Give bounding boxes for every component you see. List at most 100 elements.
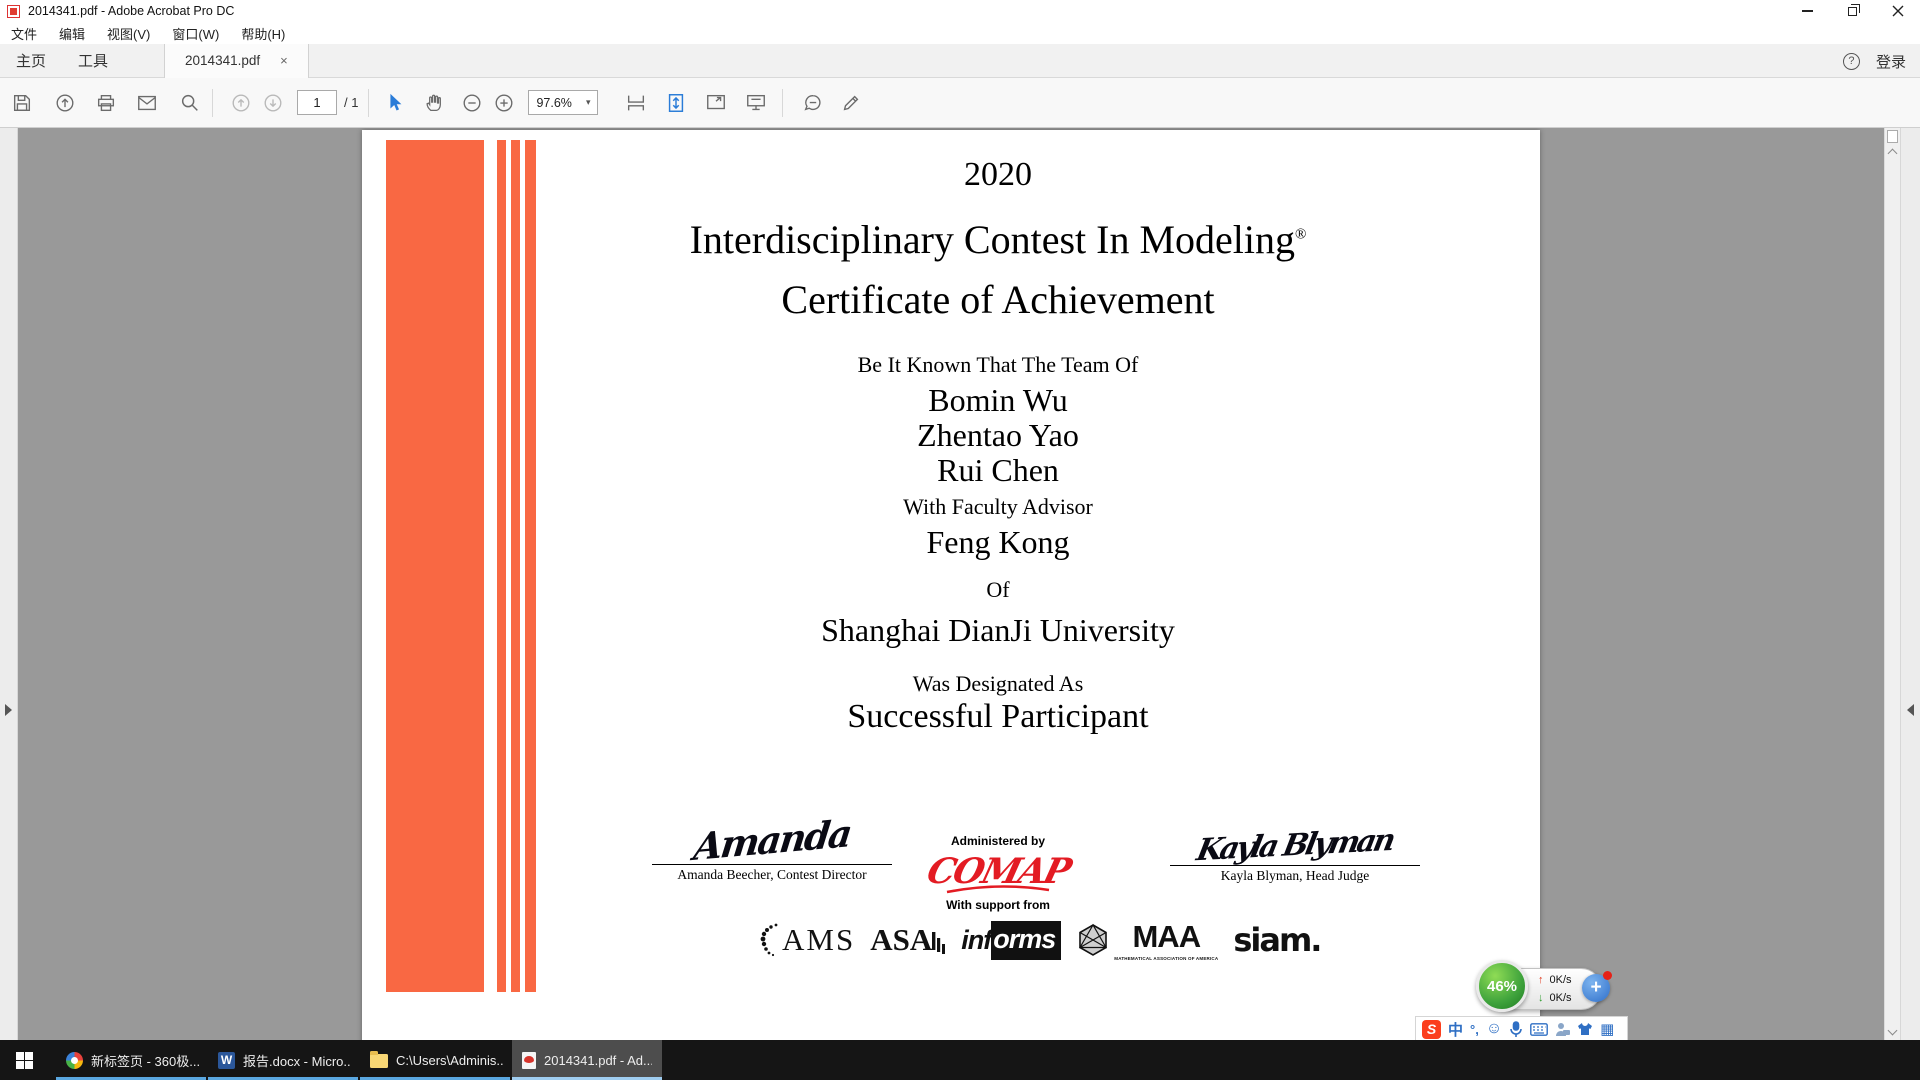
taskbar-item-label: C:\Users\Adminis... <box>396 1053 504 1068</box>
taskbar-item-explorer[interactable]: C:\Users\Adminis... <box>360 1040 510 1080</box>
scroll-down-icon[interactable] <box>1888 1026 1898 1036</box>
scrollbar-thumb[interactable] <box>1887 130 1898 143</box>
maa-icosahedron-icon <box>1076 923 1110 957</box>
minimize-button[interactable] <box>1785 0 1830 22</box>
of-label: Of <box>456 577 1540 603</box>
sign-in-button[interactable]: 登录 <box>1876 51 1906 72</box>
keyboard-icon[interactable] <box>1530 1023 1548 1036</box>
save-icon <box>11 92 33 114</box>
hand-icon <box>423 92 445 114</box>
presentation-icon <box>745 92 767 114</box>
print-icon <box>95 92 117 114</box>
previous-page-button[interactable] <box>229 91 253 115</box>
fit-page-icon <box>665 92 687 114</box>
page-number-input[interactable] <box>297 90 337 115</box>
right-panel-strip[interactable] <box>1900 128 1920 1040</box>
cursor-arrow-icon <box>384 92 406 114</box>
taskbar: 新标签页 - 360极... W 报告.docx - Micro... C:\U… <box>0 1040 1920 1080</box>
left-panel-strip[interactable] <box>0 128 18 1040</box>
taskbar-item-label: 2014341.pdf - Ad... <box>544 1053 652 1068</box>
restore-button[interactable] <box>1830 0 1875 22</box>
fit-page-button[interactable] <box>664 91 688 115</box>
signature-left-caption: Amanda Beecher, Contest Director <box>652 867 892 883</box>
toolbox-grid-icon[interactable]: ▦ <box>1600 1020 1614 1038</box>
hand-tool-button[interactable] <box>422 91 446 115</box>
find-button[interactable] <box>178 91 202 115</box>
zoom-level-value: 97.6% <box>536 96 571 110</box>
scroll-up-icon[interactable] <box>1888 149 1898 159</box>
registered-mark: ® <box>1295 227 1306 243</box>
fit-width-icon <box>625 92 647 114</box>
menu-help[interactable]: 帮助(H) <box>230 24 296 43</box>
maa-logo: MAA MATHEMATICAL ASSOCIATION OF AMERICA <box>1076 919 1218 961</box>
notification-dot <box>1603 971 1612 980</box>
zoom-level-select[interactable]: 97.6% ▾ <box>528 90 598 115</box>
print-button[interactable] <box>94 91 118 115</box>
signature-left-script: Amanda <box>691 811 852 869</box>
windows-logo-icon <box>16 1052 33 1069</box>
taskbar-item-browser[interactable]: 新标签页 - 360极... <box>56 1040 206 1080</box>
share-button[interactable] <box>53 91 77 115</box>
menu-file[interactable]: 文件 <box>0 24 48 43</box>
asa-text: ASA <box>870 922 932 958</box>
pdf-icon <box>522 1052 536 1069</box>
maa-text: MAA <box>1132 919 1200 955</box>
menu-edit[interactable]: 编辑 <box>48 24 96 43</box>
presentation-button[interactable] <box>744 91 768 115</box>
comment-button[interactable] <box>801 91 825 115</box>
save-button[interactable] <box>10 91 34 115</box>
next-page-button[interactable] <box>261 91 285 115</box>
skin-shirt-icon[interactable] <box>1577 1022 1593 1036</box>
plus-circle-icon <box>493 92 515 114</box>
minus-circle-icon <box>461 92 483 114</box>
emoji-icon[interactable]: ☺ <box>1486 1020 1502 1038</box>
speed-readout: ↑0K/s ↓0K/s <box>1538 971 1572 1007</box>
fullscreen-icon <box>705 92 727 114</box>
taskbar-item-acrobat[interactable]: 2014341.pdf - Ad... <box>512 1040 662 1080</box>
help-icon[interactable]: ? <box>1843 53 1860 70</box>
tab-tools[interactable]: 工具 <box>62 50 124 71</box>
sogou-logo[interactable]: S <box>1422 1020 1441 1039</box>
zoom-out-button[interactable] <box>460 91 484 115</box>
document-canvas[interactable]: 2020 Interdisciplinary Contest In Modeli… <box>19 128 1884 1040</box>
ime-punctuation-icon[interactable]: °, <box>1470 1022 1479 1037</box>
signature-left: Amanda Amanda Beecher, Contest Director <box>652 818 892 883</box>
menu-view[interactable]: 视图(V) <box>96 24 161 43</box>
tab-document-label: 2014341.pdf <box>185 53 260 68</box>
draw-tool-button[interactable] <box>839 91 863 115</box>
memory-percent-ball[interactable]: 46% <box>1476 960 1528 1012</box>
select-tool-button[interactable] <box>383 91 407 115</box>
email-button[interactable] <box>135 91 159 115</box>
microphone-icon[interactable] <box>1509 1021 1523 1037</box>
start-button[interactable] <box>0 1040 48 1080</box>
menu-window[interactable]: 窗口(W) <box>161 24 230 43</box>
fullscreen-button[interactable] <box>704 91 728 115</box>
taskbar-item-label: 新标签页 - 360极... <box>91 1051 199 1070</box>
screen: 2014341.pdf - Adobe Acrobat Pro DC 文件 编辑… <box>0 0 1920 1080</box>
certificate-subtitle: Certificate of Achievement <box>456 276 1540 323</box>
ams-logo: AMS <box>760 922 855 958</box>
page-total-label: / 1 <box>344 95 358 110</box>
comment-bubble-icon <box>802 92 824 114</box>
acrobat-app-icon <box>7 5 20 18</box>
team-member-name: Zhentao Yao <box>456 417 1540 454</box>
taskbar-item-word[interactable]: W 报告.docx - Micro... <box>208 1040 358 1080</box>
zoom-in-button[interactable] <box>492 91 516 115</box>
tab-home[interactable]: 主页 <box>0 50 62 71</box>
minimize-icon <box>1802 10 1813 12</box>
tab-document[interactable]: 2014341.pdf × <box>164 44 309 78</box>
informs-prefix-text: inf <box>961 925 991 956</box>
asa-logo: ASA <box>870 922 946 958</box>
taskbar-item-label: 报告.docx - Micro... <box>243 1051 351 1070</box>
expand-left-panel-icon[interactable] <box>5 704 12 716</box>
user-icon[interactable] <box>1555 1022 1570 1037</box>
tab-row: 主页 工具 2014341.pdf × ? 登录 <box>0 44 1920 78</box>
expand-right-panel-icon[interactable] <box>1907 704 1914 716</box>
scrolling-mode-button[interactable] <box>624 91 648 115</box>
download-speed: 0K/s <box>1550 989 1572 1007</box>
tab-close-icon[interactable]: × <box>280 53 288 68</box>
siam-logo: siam. <box>1233 921 1320 959</box>
close-button[interactable] <box>1875 0 1920 22</box>
ime-chinese-mode[interactable]: 中 <box>1448 1019 1463 1040</box>
vertical-scrollbar[interactable] <box>1884 128 1900 1040</box>
